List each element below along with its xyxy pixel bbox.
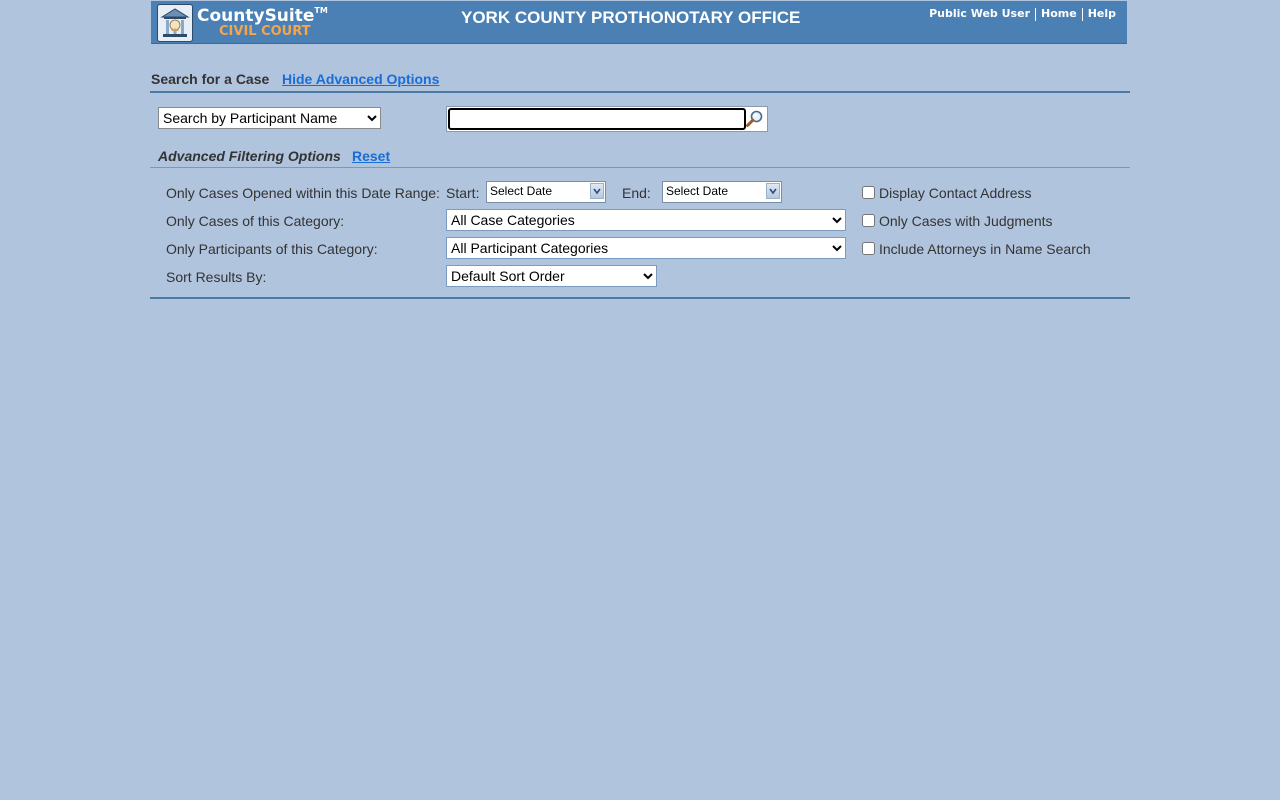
- display-contact-address-label: Display Contact Address: [879, 185, 1032, 201]
- end-date-label: End:: [622, 185, 651, 201]
- display-contact-address-checkbox[interactable]: [862, 186, 875, 199]
- top-navigation: Public Web User Home Help: [924, 7, 1121, 21]
- divider: [150, 91, 1130, 93]
- chevron-down-icon: [766, 183, 780, 199]
- case-category-label: Only Cases of this Category:: [166, 213, 345, 229]
- sort-results-label: Sort Results By:: [166, 269, 267, 285]
- search-input[interactable]: [448, 108, 746, 130]
- nav-public-web-user[interactable]: Public Web User: [924, 7, 1035, 20]
- reset-link[interactable]: Reset: [352, 148, 390, 164]
- case-category-select[interactable]: All Case Categories: [446, 209, 846, 231]
- page: CountySuiteTM CIVIL COURT YORK COUNTY PR…: [0, 0, 1280, 800]
- courthouse-logo-icon: [157, 4, 193, 42]
- hide-advanced-options-link[interactable]: Hide Advanced Options: [282, 71, 439, 87]
- header-banner: CountySuiteTM CIVIL COURT YORK COUNTY PR…: [151, 1, 1127, 44]
- search-type-select[interactable]: Search by Participant Name: [158, 107, 381, 129]
- end-date-value: Select Date: [666, 184, 729, 198]
- search-box: [446, 106, 768, 132]
- only-cases-with-judgments-checkbox[interactable]: [862, 214, 875, 227]
- logo-title: CountySuiteTM: [197, 6, 328, 26]
- only-cases-with-judgments-option[interactable]: Only Cases with Judgments: [862, 213, 1053, 229]
- include-attorneys-option[interactable]: Include Attorneys in Name Search: [862, 241, 1091, 257]
- participant-category-label: Only Participants of this Category:: [166, 241, 378, 257]
- countysuite-logo: CountySuiteTM CIVIL COURT: [155, 3, 328, 42]
- logo-trademark: TM: [314, 6, 328, 15]
- divider: [150, 167, 1130, 168]
- divider: [150, 297, 1130, 299]
- search-heading: Search for a Case: [151, 71, 270, 87]
- only-cases-with-judgments-label: Only Cases with Judgments: [879, 213, 1053, 229]
- search-button[interactable]: [745, 109, 765, 129]
- end-date-select[interactable]: Select Date: [662, 181, 782, 203]
- chevron-down-icon: [590, 183, 604, 199]
- date-range-label: Only Cases Opened within this Date Range…: [166, 185, 440, 201]
- advanced-options-title: Advanced Filtering Options: [158, 148, 341, 164]
- display-contact-address-option[interactable]: Display Contact Address: [862, 185, 1032, 201]
- logo-subtitle: CIVIL COURT: [219, 24, 311, 39]
- start-date-value: Select Date: [490, 184, 553, 198]
- magnifier-icon: [746, 110, 763, 127]
- participant-category-select[interactable]: All Participant Categories: [446, 237, 846, 259]
- nav-help[interactable]: Help: [1083, 7, 1121, 20]
- nav-home[interactable]: Home: [1036, 7, 1082, 20]
- include-attorneys-label: Include Attorneys in Name Search: [879, 241, 1091, 257]
- include-attorneys-checkbox[interactable]: [862, 242, 875, 255]
- start-date-label: Start:: [446, 185, 480, 201]
- sort-order-select[interactable]: Default Sort Order: [446, 265, 657, 287]
- start-date-select[interactable]: Select Date: [486, 181, 606, 203]
- office-title: YORK COUNTY PROTHONOTARY OFFICE: [461, 8, 801, 27]
